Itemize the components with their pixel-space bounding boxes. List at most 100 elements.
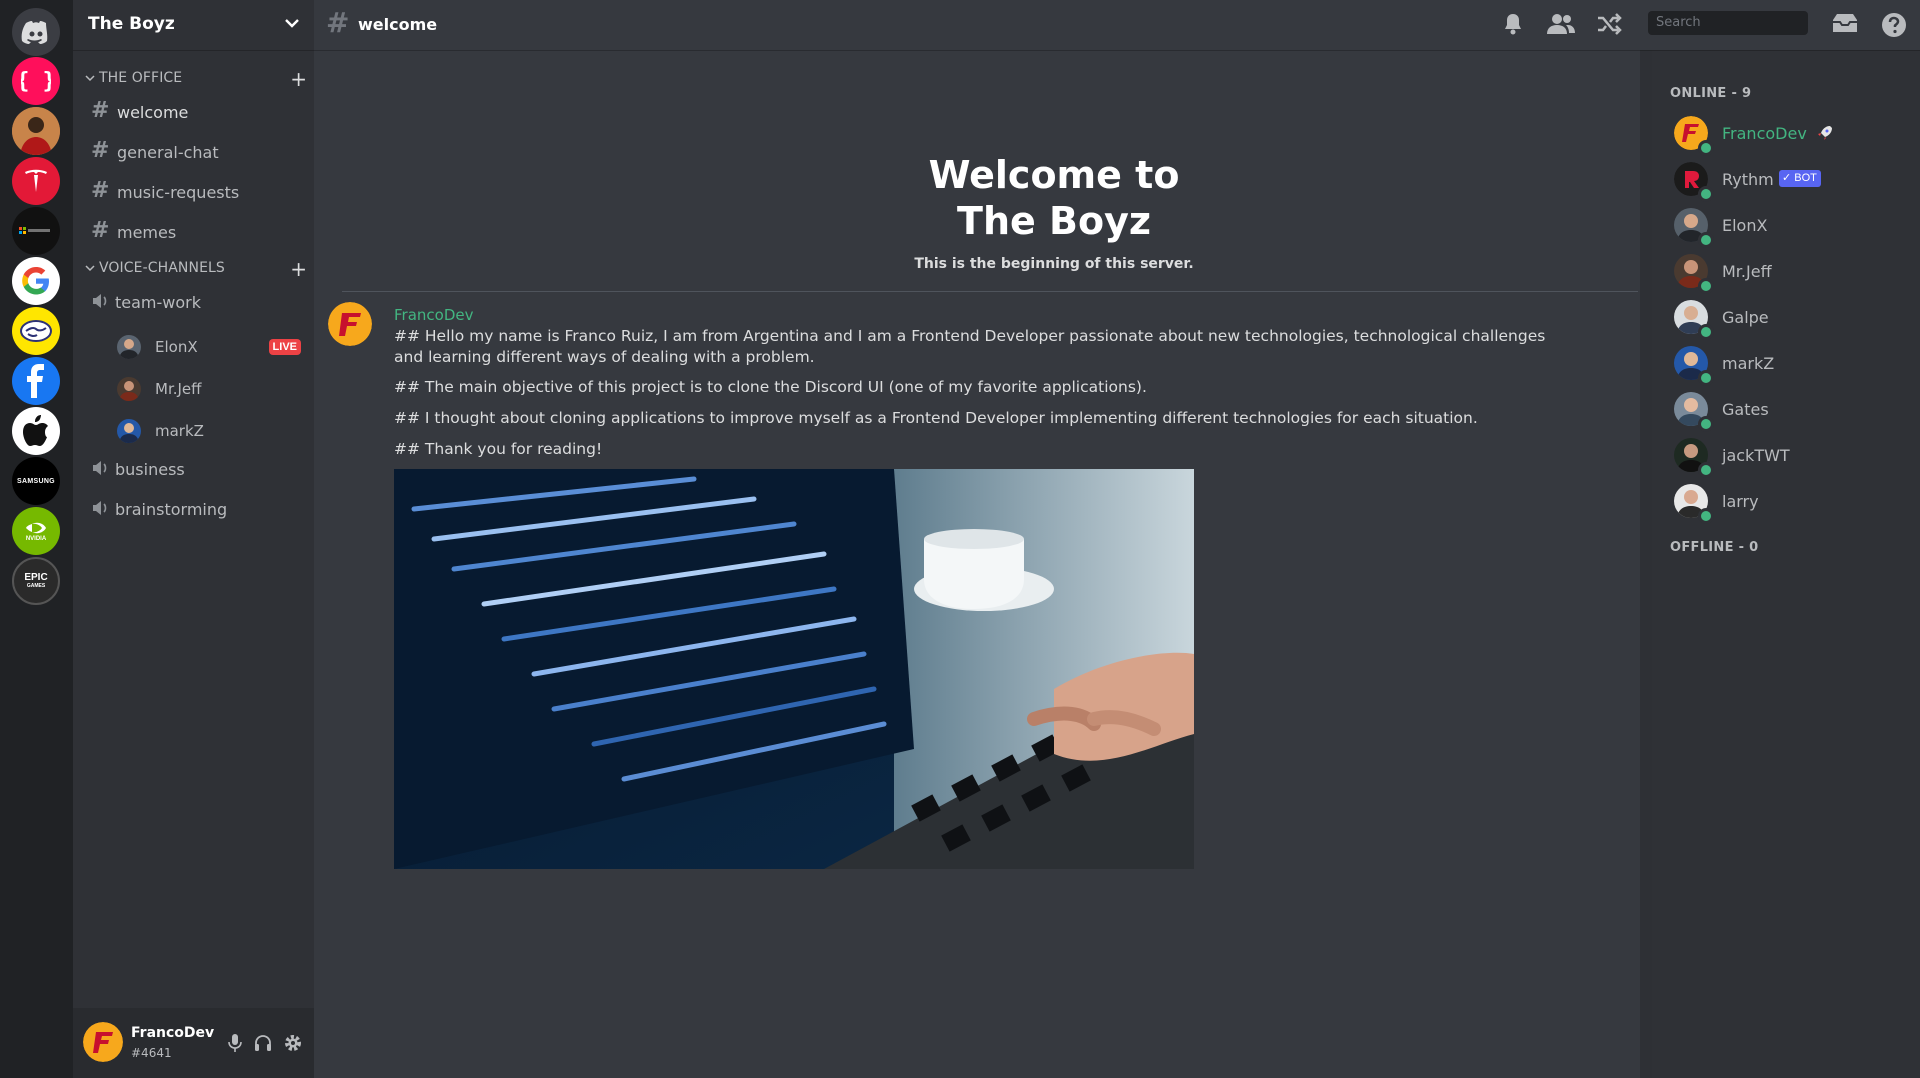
microphone-icon[interactable] bbox=[227, 1033, 243, 1053]
channel-topbar: # welcome Search bbox=[314, 0, 1920, 50]
channel-welcome[interactable]: # welcome bbox=[91, 97, 307, 127]
member-name: Galpe bbox=[1722, 308, 1769, 327]
member-markz[interactable]: markZ bbox=[1674, 344, 1904, 386]
hash-icon: # bbox=[91, 138, 110, 163]
epic-logo-subtext: GAMES bbox=[26, 582, 46, 589]
chevron-down-icon bbox=[85, 265, 95, 272]
category-label: THE OFFICE bbox=[99, 70, 183, 86]
channel-title: welcome bbox=[358, 15, 438, 34]
voice-user-mrjeff[interactable]: Mr.Jeff bbox=[117, 375, 307, 401]
message-author[interactable]: FrancoDev bbox=[394, 306, 473, 324]
welcome-subtitle: This is the beginning of this server. bbox=[914, 256, 1194, 272]
help-icon[interactable] bbox=[1881, 12, 1907, 38]
welcome-title: Welcome to The Boyz bbox=[864, 152, 1244, 244]
channel-music-requests[interactable]: # music-requests bbox=[91, 177, 307, 207]
voice-user-name: markZ bbox=[155, 422, 204, 440]
discord-home-icon[interactable] bbox=[12, 8, 60, 56]
member-name: Rythm bbox=[1722, 170, 1774, 189]
shuffle-icon[interactable] bbox=[1596, 12, 1622, 36]
divider bbox=[342, 291, 1638, 292]
nvidia-server-icon[interactable]: NVIDIA bbox=[12, 507, 60, 555]
nvidia-logo-text: NVIDIA bbox=[25, 536, 47, 542]
member-name: FrancoDev bbox=[1722, 124, 1807, 143]
member-rythm[interactable]: Rythm ✓ BOT bbox=[1674, 160, 1904, 202]
member-elonx[interactable]: ElonX bbox=[1674, 206, 1904, 248]
speaker-icon bbox=[93, 501, 107, 515]
category-label: VOICE-CHANNELS bbox=[99, 260, 225, 276]
bell-icon[interactable] bbox=[1501, 12, 1525, 36]
inbox-icon[interactable] bbox=[1830, 12, 1860, 36]
chat-area: Welcome to The Boyz This is the beginnin… bbox=[314, 0, 1640, 1078]
avatar bbox=[117, 335, 141, 359]
headphones-icon[interactable] bbox=[253, 1033, 273, 1053]
epic-games-server-icon[interactable]: EPIC GAMES bbox=[12, 557, 60, 605]
online-status-indicator bbox=[1698, 232, 1714, 248]
category-the-office[interactable]: THE OFFICE + bbox=[85, 69, 307, 89]
voice-channel-team-work[interactable]: team-work bbox=[91, 287, 307, 317]
message-avatar[interactable] bbox=[328, 302, 372, 346]
channel-sidebar: The Boyz THE OFFICE + # welcome # genera… bbox=[73, 0, 314, 1078]
microsoft-server-icon[interactable] bbox=[12, 207, 60, 255]
message-line: ## I thought about cloning applications … bbox=[394, 409, 1478, 427]
tesla-server-icon[interactable] bbox=[12, 157, 60, 205]
avatar bbox=[117, 377, 141, 401]
member-larry[interactable]: larry bbox=[1674, 482, 1904, 524]
online-status-indicator bbox=[1698, 508, 1714, 524]
search-input[interactable]: Search bbox=[1648, 11, 1808, 35]
hash-icon: # bbox=[91, 178, 110, 203]
channel-name: business bbox=[115, 460, 185, 479]
message-image-attachment[interactable] bbox=[394, 469, 1194, 869]
handshake-server-icon[interactable] bbox=[12, 307, 60, 355]
avatar bbox=[117, 419, 141, 443]
online-header: ONLINE - 9 bbox=[1670, 86, 1752, 101]
voice-user-elonx[interactable]: ElonX LIVE bbox=[117, 333, 307, 359]
voice-user-name: ElonX bbox=[155, 338, 198, 356]
hash-icon: # bbox=[91, 218, 110, 243]
member-name: Gates bbox=[1722, 400, 1769, 419]
person-server-icon[interactable] bbox=[12, 107, 60, 155]
message-line: ## Thank you for reading! bbox=[394, 440, 603, 458]
samsung-server-icon[interactable]: SAMSUNG bbox=[12, 457, 60, 505]
member-francodev[interactable]: FrancoDev bbox=[1674, 114, 1904, 156]
voice-channel-brainstorming[interactable]: brainstorming bbox=[91, 494, 307, 524]
code-braces-server-icon[interactable]: { } bbox=[12, 57, 60, 105]
server-rail: { } SAMSUNG NVIDIA EPIC bbox=[0, 0, 73, 1078]
user-panel: FrancoDev #4641 bbox=[73, 1008, 314, 1078]
speaker-icon bbox=[93, 294, 107, 308]
category-voice-channels[interactable]: VOICE-CHANNELS + bbox=[85, 259, 307, 279]
facebook-server-icon[interactable] bbox=[12, 357, 60, 405]
guild-name: The Boyz bbox=[88, 14, 175, 34]
guild-header[interactable]: The Boyz bbox=[73, 0, 314, 50]
channel-memes[interactable]: # memes bbox=[91, 217, 307, 247]
member-jacktwt[interactable]: jackTWT bbox=[1674, 436, 1904, 478]
channel-name: memes bbox=[117, 223, 177, 242]
add-channel-icon[interactable]: + bbox=[290, 259, 307, 279]
hash-icon: # bbox=[326, 6, 350, 39]
channel-general-chat[interactable]: # general-chat bbox=[91, 137, 307, 167]
members-icon[interactable] bbox=[1546, 12, 1576, 36]
member-gates[interactable]: Gates bbox=[1674, 390, 1904, 432]
search-placeholder: Search bbox=[1656, 15, 1701, 30]
bot-badge: ✓ BOT bbox=[1779, 170, 1821, 187]
gear-icon[interactable] bbox=[283, 1033, 303, 1053]
channel-name: team-work bbox=[115, 293, 201, 312]
channel-name: brainstorming bbox=[115, 500, 228, 519]
live-badge: LIVE bbox=[268, 339, 301, 355]
google-server-icon[interactable] bbox=[12, 257, 60, 305]
online-status-indicator bbox=[1698, 370, 1714, 386]
voice-user-name: Mr.Jeff bbox=[155, 380, 202, 398]
add-channel-icon[interactable]: + bbox=[290, 69, 307, 89]
member-mrjeff[interactable]: Mr.Jeff bbox=[1674, 252, 1904, 294]
online-status-indicator bbox=[1698, 416, 1714, 432]
chat-scrollbar[interactable] bbox=[1640, 50, 1652, 1078]
channel-name: music-requests bbox=[117, 183, 240, 202]
bot-badge-label: BOT bbox=[1794, 172, 1817, 184]
apple-server-icon[interactable] bbox=[12, 407, 60, 455]
welcome-title-line-2: The Boyz bbox=[957, 199, 1151, 243]
member-galpe[interactable]: Galpe bbox=[1674, 298, 1904, 340]
user-avatar[interactable] bbox=[83, 1022, 123, 1062]
voice-user-markz[interactable]: markZ bbox=[117, 417, 307, 443]
speaker-icon bbox=[93, 461, 107, 475]
voice-channel-business[interactable]: business bbox=[91, 454, 307, 484]
chevron-down-icon bbox=[85, 75, 95, 82]
